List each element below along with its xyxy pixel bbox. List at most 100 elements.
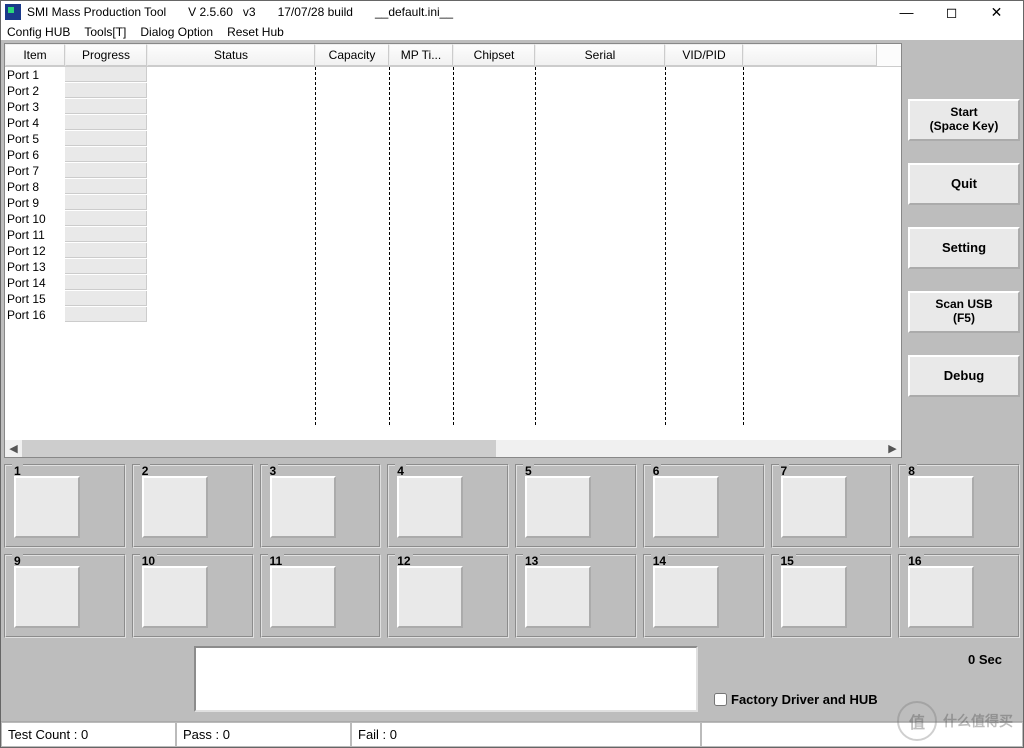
port-label: Port 1 xyxy=(5,67,65,83)
progress-cell xyxy=(65,131,147,146)
port-tile-6: 6 xyxy=(643,464,765,548)
window-controls: — ◻ ✕ xyxy=(884,1,1019,23)
col-chipset[interactable]: Chipset xyxy=(453,44,535,66)
scroll-right-icon[interactable]: ▶ xyxy=(884,440,901,457)
start-button[interactable]: Start (Space Key) xyxy=(908,99,1020,141)
port-label: Port 10 xyxy=(5,211,65,227)
tile-button[interactable] xyxy=(908,566,974,628)
title-build: 17/07/28 build xyxy=(278,5,353,19)
col-extra[interactable] xyxy=(743,44,877,66)
scroll-left-icon[interactable]: ◀ xyxy=(5,440,22,457)
port-tile-15: 15 xyxy=(771,554,893,638)
port-tile-5: 5 xyxy=(515,464,637,548)
port-tile-7: 7 xyxy=(771,464,893,548)
port-tile-2: 2 xyxy=(132,464,254,548)
port-tiles: 12345678910111213141516 xyxy=(4,464,1020,638)
tile-button[interactable] xyxy=(908,476,974,538)
status-bar: Test Count : 0 Pass : 0 Fail : 0 xyxy=(1,721,1023,747)
column-divider xyxy=(389,67,390,425)
menu-config-hub[interactable]: Config HUB xyxy=(7,25,70,39)
progress-cell xyxy=(65,259,147,274)
factory-driver-input[interactable] xyxy=(714,693,727,706)
progress-cell xyxy=(65,115,147,130)
tile-button[interactable] xyxy=(653,566,719,628)
tile-button[interactable] xyxy=(525,566,591,628)
column-divider xyxy=(743,67,744,425)
port-label: Port 12 xyxy=(5,243,65,259)
col-mptime[interactable]: MP Ti... xyxy=(389,44,453,66)
upper-panel: ItemProgressStatusCapacityMP Ti...Chipse… xyxy=(4,43,1020,458)
progress-cell xyxy=(65,195,147,210)
grid-body: Port 1Port 2Port 3Port 4Port 5Port 6Port… xyxy=(5,67,901,440)
progress-cell xyxy=(65,227,147,242)
port-label: Port 5 xyxy=(5,131,65,147)
menu-dialog-option[interactable]: Dialog Option xyxy=(140,25,213,39)
menu-bar: Config HUB Tools[T] Dialog Option Reset … xyxy=(1,23,1023,40)
factory-driver-checkbox[interactable]: Factory Driver and HUB xyxy=(710,690,878,709)
client-area: ItemProgressStatusCapacityMP Ti...Chipse… xyxy=(1,40,1023,721)
progress-cell xyxy=(65,163,147,178)
column-divider xyxy=(453,67,454,425)
port-label: Port 4 xyxy=(5,115,65,131)
port-tile-13: 13 xyxy=(515,554,637,638)
debug-button[interactable]: Debug xyxy=(908,355,1020,397)
minimize-button[interactable]: — xyxy=(884,1,929,23)
port-label: Port 8 xyxy=(5,179,65,195)
port-label: Port 13 xyxy=(5,259,65,275)
log-box[interactable] xyxy=(194,646,698,712)
col-capacity[interactable]: Capacity xyxy=(315,44,389,66)
port-label: Port 14 xyxy=(5,275,65,291)
port-label: Port 6 xyxy=(5,147,65,163)
scan-usb-button[interactable]: Scan USB (F5) xyxy=(908,291,1020,333)
col-vidpid[interactable]: VID/PID xyxy=(665,44,743,66)
progress-cell xyxy=(65,67,147,82)
port-grid: ItemProgressStatusCapacityMP Ti...Chipse… xyxy=(4,43,902,458)
tile-button[interactable] xyxy=(270,566,336,628)
progress-cell xyxy=(65,179,147,194)
port-label: Port 9 xyxy=(5,195,65,211)
horizontal-scrollbar[interactable]: ◀ ▶ xyxy=(5,440,901,457)
menu-reset-hub[interactable]: Reset Hub xyxy=(227,25,284,39)
scroll-thumb[interactable] xyxy=(22,440,496,457)
tile-button[interactable] xyxy=(397,566,463,628)
title-version: V 2.5.60 v3 xyxy=(188,5,255,19)
setting-button[interactable]: Setting xyxy=(908,227,1020,269)
col-progress[interactable]: Progress xyxy=(65,44,147,66)
tile-button[interactable] xyxy=(525,476,591,538)
progress-cell xyxy=(65,243,147,258)
tile-button[interactable] xyxy=(14,566,80,628)
tile-button[interactable] xyxy=(397,476,463,538)
tile-button[interactable] xyxy=(653,476,719,538)
title-app: SMI Mass Production Tool xyxy=(27,5,166,19)
col-status[interactable]: Status xyxy=(147,44,315,66)
app-window: SMI Mass Production Tool V 2.5.60 v3 17/… xyxy=(0,0,1024,748)
port-tile-1: 1 xyxy=(4,464,126,548)
port-label: Port 2 xyxy=(5,83,65,99)
title-ini: __default.ini__ xyxy=(375,5,453,19)
tile-button[interactable] xyxy=(142,566,208,628)
tile-button[interactable] xyxy=(14,476,80,538)
factory-driver-label: Factory Driver and HUB xyxy=(731,692,878,707)
maximize-button[interactable]: ◻ xyxy=(929,1,974,23)
menu-tools[interactable]: Tools[T] xyxy=(84,25,126,39)
col-item[interactable]: Item xyxy=(5,44,65,66)
status-fail: Fail : 0 xyxy=(351,722,701,747)
grid-header: ItemProgressStatusCapacityMP Ti...Chipse… xyxy=(5,44,901,67)
port-label: Port 3 xyxy=(5,99,65,115)
close-button[interactable]: ✕ xyxy=(974,1,1019,23)
timer-label: 0 Sec xyxy=(968,652,1002,667)
col-serial[interactable]: Serial xyxy=(535,44,665,66)
port-tile-14: 14 xyxy=(643,554,765,638)
port-label: Port 7 xyxy=(5,163,65,179)
tile-button[interactable] xyxy=(270,476,336,538)
progress-cell xyxy=(65,147,147,162)
progress-cell xyxy=(65,99,147,114)
tile-button[interactable] xyxy=(781,476,847,538)
tile-button[interactable] xyxy=(142,476,208,538)
port-tile-12: 12 xyxy=(387,554,509,638)
quit-button[interactable]: Quit xyxy=(908,163,1020,205)
scroll-track[interactable] xyxy=(22,440,884,457)
column-divider xyxy=(315,67,316,425)
progress-cell xyxy=(65,211,147,226)
tile-button[interactable] xyxy=(781,566,847,628)
